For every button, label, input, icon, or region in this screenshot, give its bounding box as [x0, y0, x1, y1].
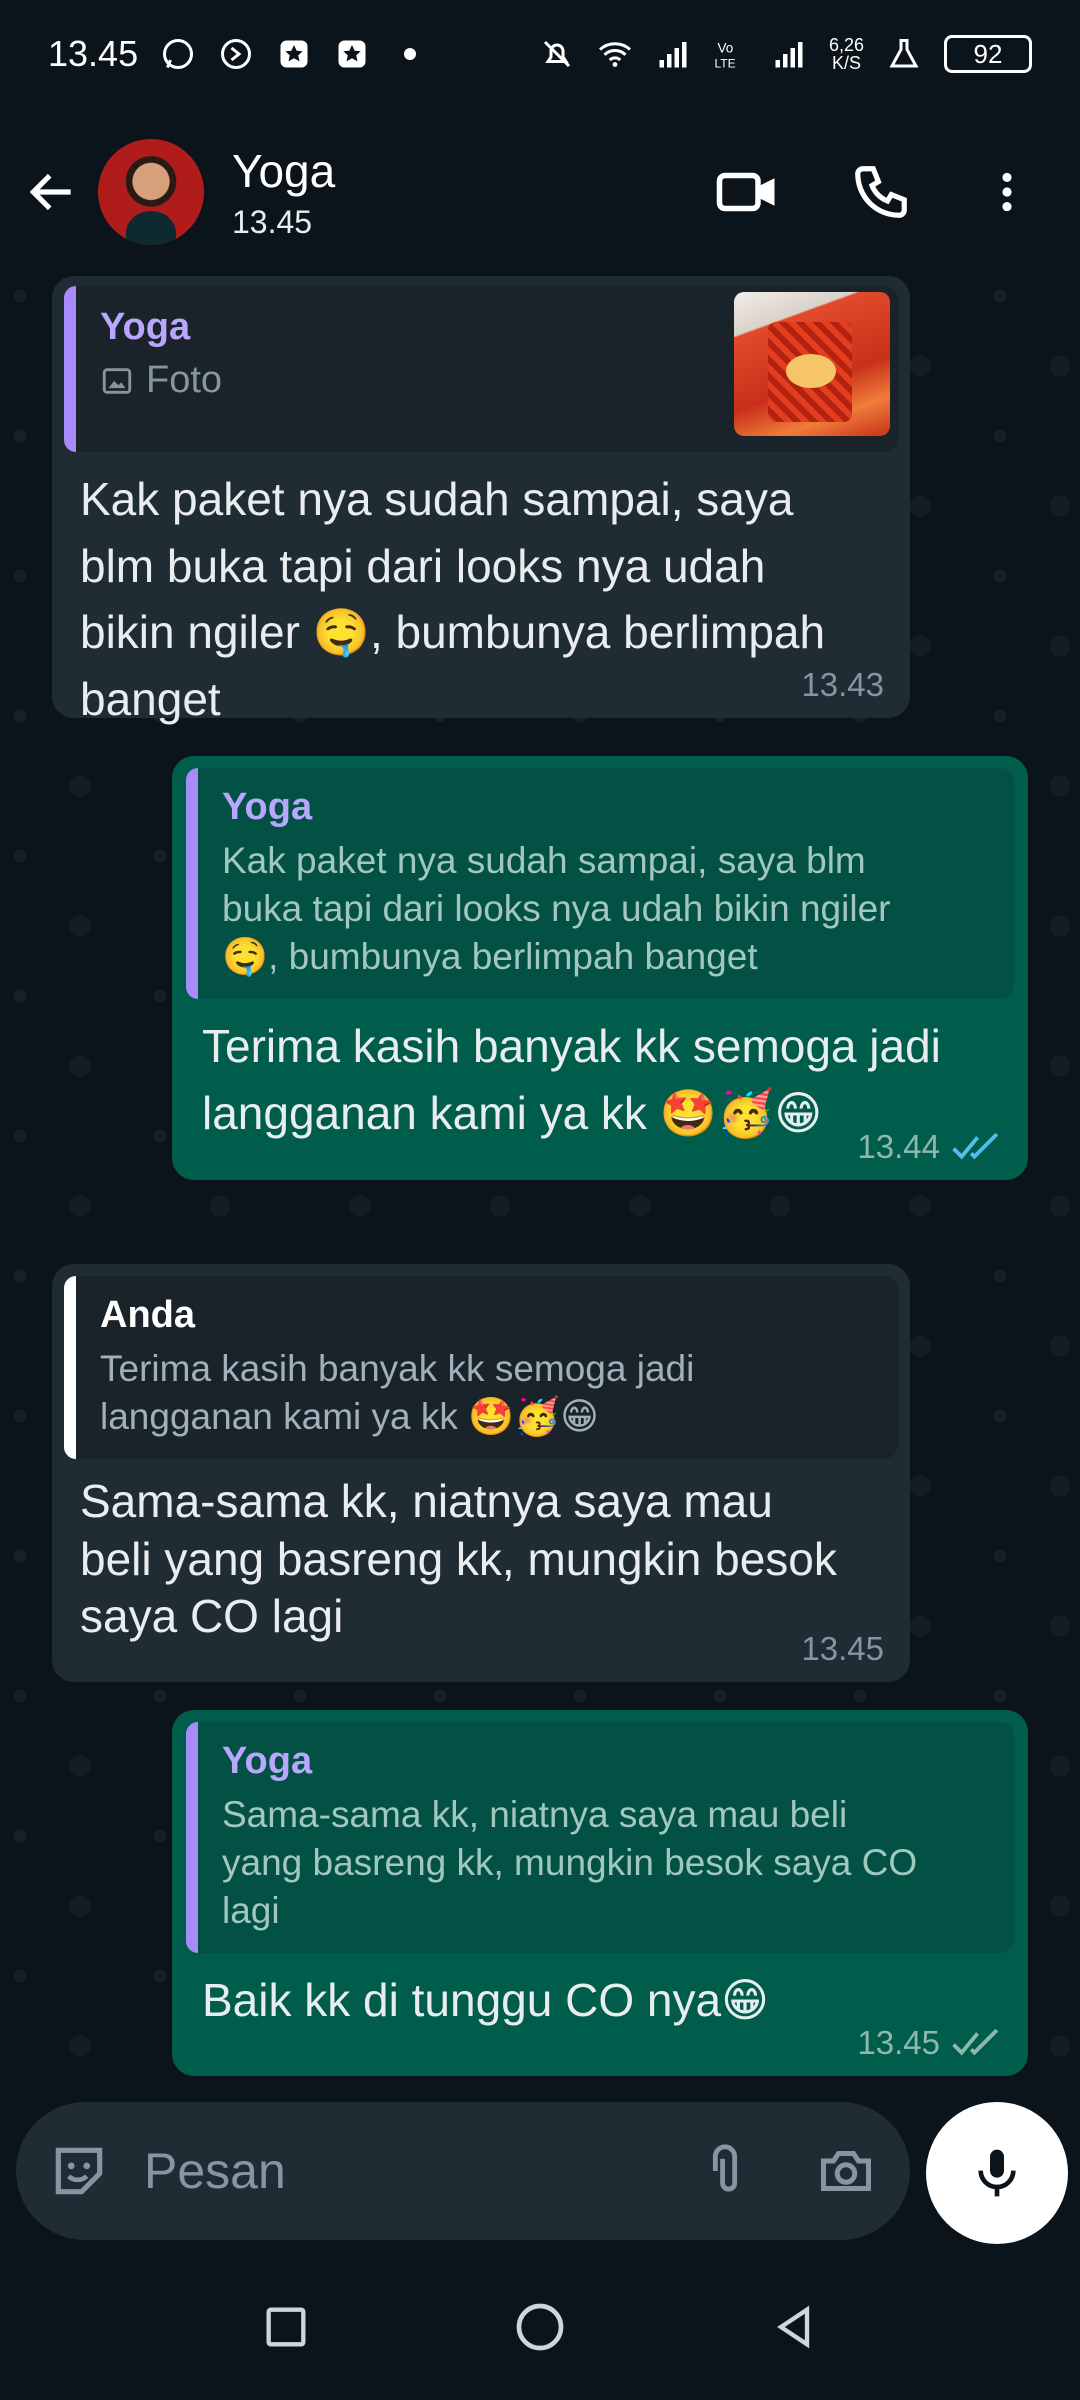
message-text: blm buka tapi dari looks nya udah: [80, 539, 766, 592]
image-icon: [102, 367, 132, 394]
quote-text: Sama-sama kk, niatnya saya mau beli: [222, 1794, 848, 1835]
status-time: 13.45: [48, 33, 139, 74]
more-icon[interactable]: [982, 162, 1032, 222]
quote-text: yang basreng kk, mungkin besok saya CO: [222, 1842, 918, 1884]
quote-text: buka tapi dari looks nya udah bikin ngil…: [222, 888, 891, 930]
shazam-icon: [221, 39, 252, 69]
signal-icon: [775, 42, 803, 68]
quote-thumbnail: [734, 292, 890, 436]
message-meta: 13.44: [857, 1128, 1002, 1166]
volte-icon: VoLTE: [714, 41, 735, 71]
message-time: 13.45: [801, 1630, 884, 1667]
voice-record-button[interactable]: [926, 2102, 1068, 2244]
message-meta: 13.43: [801, 666, 884, 704]
read-ticks-icon: [952, 1132, 999, 1160]
contact-last-seen: 13.45: [232, 203, 313, 240]
message-time: 13.45: [857, 2024, 940, 2061]
attach-icon[interactable]: [696, 2140, 754, 2202]
voice-call-icon[interactable]: [850, 161, 912, 223]
camera-icon[interactable]: [814, 2141, 878, 2201]
quote-text: lagi: [222, 1890, 280, 1932]
net-speed-value: 6,26: [828, 35, 864, 55]
whatsapp-icon: [163, 39, 194, 69]
message-meta: 13.45: [801, 1630, 884, 1668]
contact-name: Yoga: [232, 144, 336, 197]
video-call-icon[interactable]: [714, 159, 780, 225]
home-icon[interactable]: [512, 2299, 568, 2355]
back-nav-icon[interactable]: [768, 2301, 820, 2353]
quote-author: Yoga: [222, 1740, 313, 1782]
sticker-icon[interactable]: [48, 2140, 110, 2202]
chat-header: Yoga 13.45: [0, 108, 1080, 276]
message-outgoing[interactable]: Yoga Sama-sama kk, niatnya saya mau beli…: [172, 1710, 1028, 2076]
quoted-message[interactable]: Yoga Foto: [64, 286, 898, 452]
quote-text: Kak paket nya sudah sampai, saya blm: [222, 840, 866, 881]
contact-info[interactable]: Yoga 13.45: [232, 144, 335, 241]
message-incoming[interactable]: Yoga Foto Kak paket nya sudah sampai, sa…: [52, 276, 910, 725]
recent-apps-icon[interactable]: [260, 2301, 312, 2353]
net-speed-unit: K/S: [831, 53, 861, 73]
star-app-icon: [338, 40, 366, 68]
message-time: 13.43: [801, 666, 884, 703]
message-text: beli yang basreng kk, mungkin besok: [80, 1532, 837, 1585]
status-bar: 13.45 Vo LTE 6,26 K/S 92: [0, 0, 1080, 108]
quote-author: Anda: [100, 1294, 195, 1336]
message-time: 13.44: [857, 1128, 940, 1165]
message-text: banget: [80, 673, 221, 726]
quote-media-type: Foto: [146, 359, 223, 401]
delivered-ticks-icon: [952, 2028, 999, 2056]
signal-icon: [659, 42, 687, 68]
flask-icon: [889, 39, 919, 68]
message-incoming[interactable]: Anda Terima kasih banyak kk semoga jadi …: [52, 1264, 910, 1682]
mute-icon: [543, 40, 571, 68]
message-input-placeholder[interactable]: Pesan: [144, 2142, 286, 2200]
message-composer[interactable]: Pesan: [16, 2102, 910, 2240]
system-navigation-bar: [0, 2254, 1080, 2400]
wifi-icon: [598, 42, 631, 67]
quote-author: Yoga: [222, 786, 313, 828]
dot-icon: [404, 48, 417, 60]
message-outgoing[interactable]: Yoga Kak paket nya sudah sampai, saya bl…: [172, 756, 1028, 1180]
battery-level: 92: [973, 38, 1003, 69]
message-text: Sama-sama kk, niatnya saya mau: [80, 1475, 773, 1528]
star-app-icon: [280, 40, 308, 68]
battery-indicator: 92: [944, 35, 1032, 73]
quoted-message[interactable]: Yoga Sama-sama kk, niatnya saya mau beli…: [186, 1722, 1014, 1954]
net-speed: 6,26 K/S: [829, 36, 864, 72]
message-text: Terima kasih banyak kk semoga jadi: [202, 1020, 941, 1073]
quote-text: langganan kami ya kk 🤩🥳😁: [100, 1396, 599, 1438]
microphone-icon: [978, 2149, 1016, 2197]
message-text: bikin ngiler 🤤, bumbunya berlimpah: [80, 606, 826, 659]
quoted-message[interactable]: Anda Terima kasih banyak kk semoga jadi …: [64, 1276, 898, 1460]
svg-text:LTE: LTE: [714, 57, 735, 71]
message-text: saya CO lagi: [80, 1590, 344, 1643]
avatar[interactable]: [98, 139, 204, 245]
quote-text: Terima kasih banyak kk semoga jadi: [100, 1348, 695, 1389]
message-text: Kak paket nya sudah sampai, saya: [80, 473, 794, 525]
quoted-message[interactable]: Yoga Kak paket nya sudah sampai, saya bl…: [186, 768, 1014, 1000]
quote-text: 🤤, bumbunya berlimpah banget: [222, 936, 758, 978]
back-arrow-icon: [29, 173, 71, 211]
chat-area[interactable]: Yoga Foto Kak paket nya sudah sampai, sa…: [0, 276, 1080, 2102]
message-meta: 13.45: [857, 2024, 1002, 2062]
svg-text:Vo: Vo: [717, 41, 733, 56]
back-button[interactable]: [20, 160, 84, 224]
